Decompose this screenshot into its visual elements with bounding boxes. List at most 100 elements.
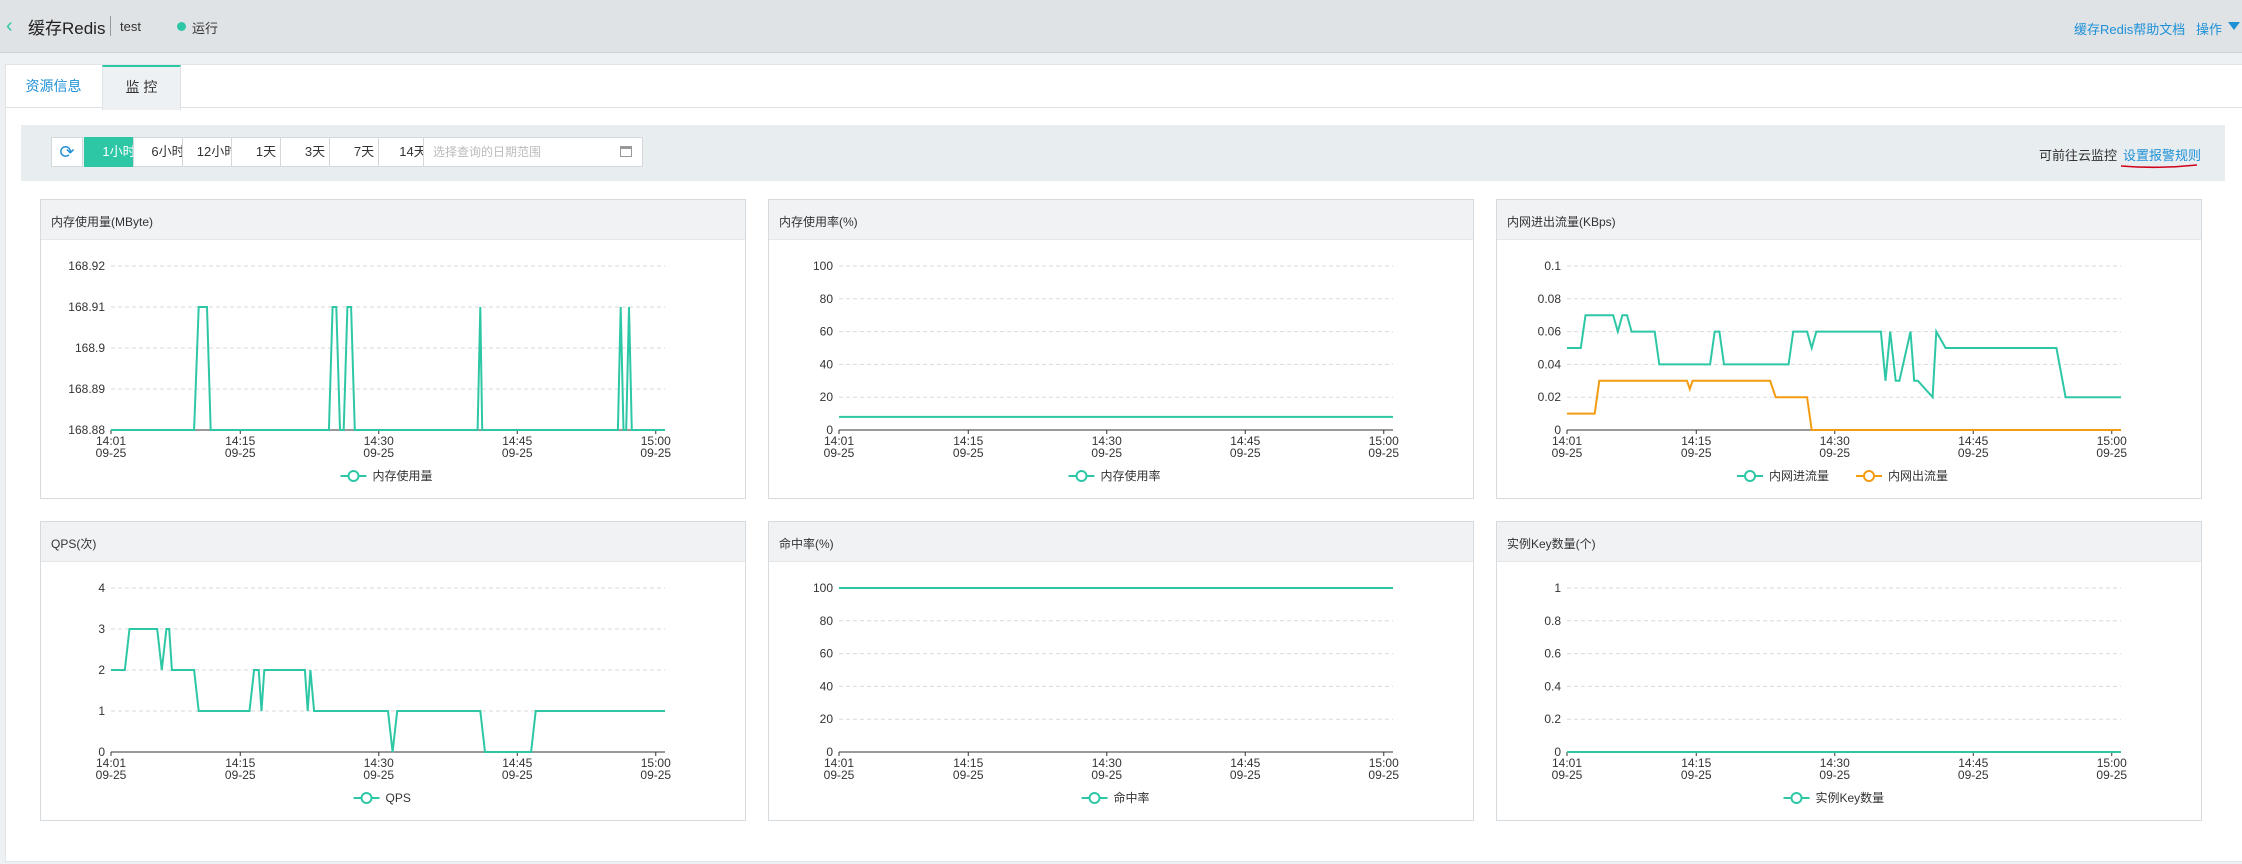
- series-line: [1567, 379, 2121, 431]
- y-tick-label: 20: [820, 712, 834, 726]
- x-tick-label: 15:00 09-25: [2096, 434, 2127, 460]
- legend-marker: [1863, 470, 1875, 482]
- y-tick-label: 0.06: [1538, 325, 1562, 339]
- y-tick-label: 168.9: [75, 341, 105, 355]
- refresh-icon: ⟳: [59, 142, 75, 162]
- chart-hit-rate: 02040608010014:01 09-2514:15 09-2514:30 09-…: [813, 581, 1399, 805]
- legend-label: 内网进流量: [1769, 469, 1829, 483]
- y-tick-label: 1: [1554, 581, 1561, 595]
- legend-label: QPS: [386, 791, 411, 805]
- legend-label: 内存使用量: [373, 468, 433, 483]
- y-tick-label: 0.08: [1538, 292, 1562, 306]
- x-tick-label: 15:00 09-25: [640, 434, 671, 460]
- x-tick-label: 14:15 09-25: [225, 434, 256, 460]
- x-tick-label: 14:45 09-25: [502, 434, 533, 460]
- x-tick-label: 14:45 09-25: [1230, 434, 1261, 460]
- tab-resource-info[interactable]: 资源信息: [6, 65, 101, 107]
- y-tick-label: 100: [813, 259, 833, 273]
- x-tick-label: 14:15 09-25: [1681, 756, 1712, 782]
- panel-header: 内存使用率(%): [769, 200, 1473, 240]
- chart-panel-memory-rate: 内存使用率(%) 0 20 40 60 80 100 14:01 09-25 14:15 09-2…: [768, 199, 1474, 499]
- y-tick-label: 0.6: [1544, 647, 1561, 661]
- y-tick-label: 60: [820, 325, 834, 339]
- legend-marker: [347, 470, 360, 482]
- y-tick-label: 40: [820, 357, 834, 371]
- chart-title: 命中率(%): [779, 537, 834, 551]
- x-tick-label: 14:01 09-25: [824, 756, 855, 782]
- y-tick-label: 60: [820, 647, 834, 661]
- chart-panel-network-traffic: 内网进出流量(KBps) 0 0.02 0.04 0.06 0.08 0.1 14:01 09…: [1496, 199, 2202, 499]
- chart-title: 内网进出流量(KBps): [1507, 215, 1616, 229]
- caret-down-icon[interactable]: [2228, 22, 2240, 30]
- x-tick-label: 14:30 09-25: [1091, 756, 1122, 782]
- chevron-left-icon[interactable]: ‹: [6, 16, 20, 36]
- y-tick-label: 3: [98, 622, 105, 636]
- chart-memory-usage: 168.88168.89168.9168.91168.9214:01 09-251…: [68, 259, 671, 483]
- legend-label: 实例Key数量: [1816, 790, 1885, 805]
- chart-panel-qps: QPS(次) 0 1 2 3 4 14:01 09-25 14:15 09-25 14:30 09-…: [40, 521, 746, 821]
- panel-header: 内网进出流量(KBps): [1497, 200, 2201, 240]
- y-tick-label: 2: [98, 663, 105, 677]
- legend-label: 命中率: [1114, 790, 1150, 805]
- x-tick-label: 14:45 09-25: [1958, 434, 1989, 460]
- alarm-rules-link[interactable]: 设置报警规则: [2123, 145, 2201, 164]
- calendar-icon[interactable]: [620, 146, 632, 157]
- x-tick-label: 14:30 09-25: [1819, 756, 1850, 782]
- chart-panel-hit-rate: 命中率(%) 0 20 40 60 80 100 14:01 09-25 14:15 09-25 1…: [768, 521, 1474, 821]
- chart-panel-memory-usage: 内存使用量(MByte) 168.88 168.89 168.9 168.91 168.…: [40, 199, 746, 499]
- y-tick-label: 168.91: [68, 300, 105, 314]
- x-tick-label: 14:45 09-25: [502, 756, 533, 782]
- page-title: 缓存Redis: [28, 19, 106, 38]
- top-bar: ‹ 缓存Redis test 运行 缓存Redis帮助文档 操作: [0, 0, 2242, 53]
- y-tick-label: 4: [98, 581, 105, 595]
- chart-qps: 0123414:01 09-2514:15 09-2514:30 09-2514:45…: [96, 581, 672, 805]
- x-tick-label: 14:01 09-25: [96, 756, 127, 782]
- x-tick-label: 14:45 09-25: [1958, 756, 1989, 782]
- x-tick-label: 14:01 09-25: [96, 434, 127, 460]
- title-divider: [110, 16, 111, 36]
- date-range-input[interactable]: 选择查询的日期范围: [423, 137, 643, 167]
- tab-monitor[interactable]: 监 控: [102, 65, 181, 110]
- cloud-monitor-text: 可前往云监控: [2039, 148, 2118, 163]
- red-underline-mark: [2120, 164, 2198, 169]
- x-tick-label: 15:00 09-25: [640, 756, 671, 782]
- panel-header: 实例Key数量(个): [1497, 522, 2201, 562]
- chart-title: 内存使用率(%): [779, 215, 858, 229]
- panel-header: QPS(次): [41, 522, 745, 562]
- status-badge: 运行: [192, 21, 219, 36]
- chart-key-count: 00.20.40.60.8114:01 09-2514:15 09-2514:30 0…: [1544, 581, 2127, 805]
- instance-name: test: [120, 19, 141, 34]
- help-doc-link[interactable]: 缓存Redis帮助文档: [2074, 19, 2185, 38]
- tab-bar: 资源信息 监 控: [6, 65, 2242, 110]
- y-tick-label: 0.1: [1544, 259, 1561, 273]
- legend-marker: [1088, 792, 1101, 804]
- legend-marker: [1790, 792, 1803, 804]
- panel-header: 命中率(%): [769, 522, 1473, 562]
- y-tick-label: 168.89: [68, 382, 105, 396]
- chart-memory-rate: 02040608010014:01 09-2514:15 09-2514:30 09-…: [813, 259, 1399, 483]
- legend-marker: [1744, 470, 1756, 482]
- y-tick-label: 80: [820, 292, 834, 306]
- refresh-button[interactable]: ⟳: [51, 137, 83, 167]
- y-tick-label: 0.2: [1544, 712, 1561, 726]
- date-range-placeholder: 选择查询的日期范围: [433, 145, 542, 159]
- chart-network-traffic: 00.020.040.060.080.114:01 09-2514:15 09-25…: [1538, 259, 2128, 483]
- x-tick-label: 15:00 09-25: [1368, 756, 1399, 782]
- operations-menu[interactable]: 操作: [2196, 19, 2222, 38]
- series-line: [111, 628, 665, 753]
- y-tick-label: 1: [98, 704, 105, 718]
- y-tick-label: 80: [820, 614, 834, 628]
- x-tick-label: 14:30 09-25: [1091, 434, 1122, 460]
- x-tick-label: 14:15 09-25: [953, 434, 984, 460]
- series-line: [111, 306, 665, 431]
- legend-marker: [1075, 470, 1088, 482]
- x-tick-label: 14:15 09-25: [1681, 434, 1712, 460]
- panel-header: 内存使用量(MByte): [41, 200, 745, 240]
- x-tick-label: 14:45 09-25: [1230, 756, 1261, 782]
- y-tick-label: 20: [820, 390, 834, 404]
- x-tick-label: 14:30 09-25: [1819, 434, 1850, 460]
- status-dot-icon: [177, 22, 186, 31]
- series-line: [1567, 314, 2121, 400]
- x-tick-label: 14:01 09-25: [1552, 434, 1583, 460]
- x-tick-label: 15:00 09-25: [2096, 756, 2127, 782]
